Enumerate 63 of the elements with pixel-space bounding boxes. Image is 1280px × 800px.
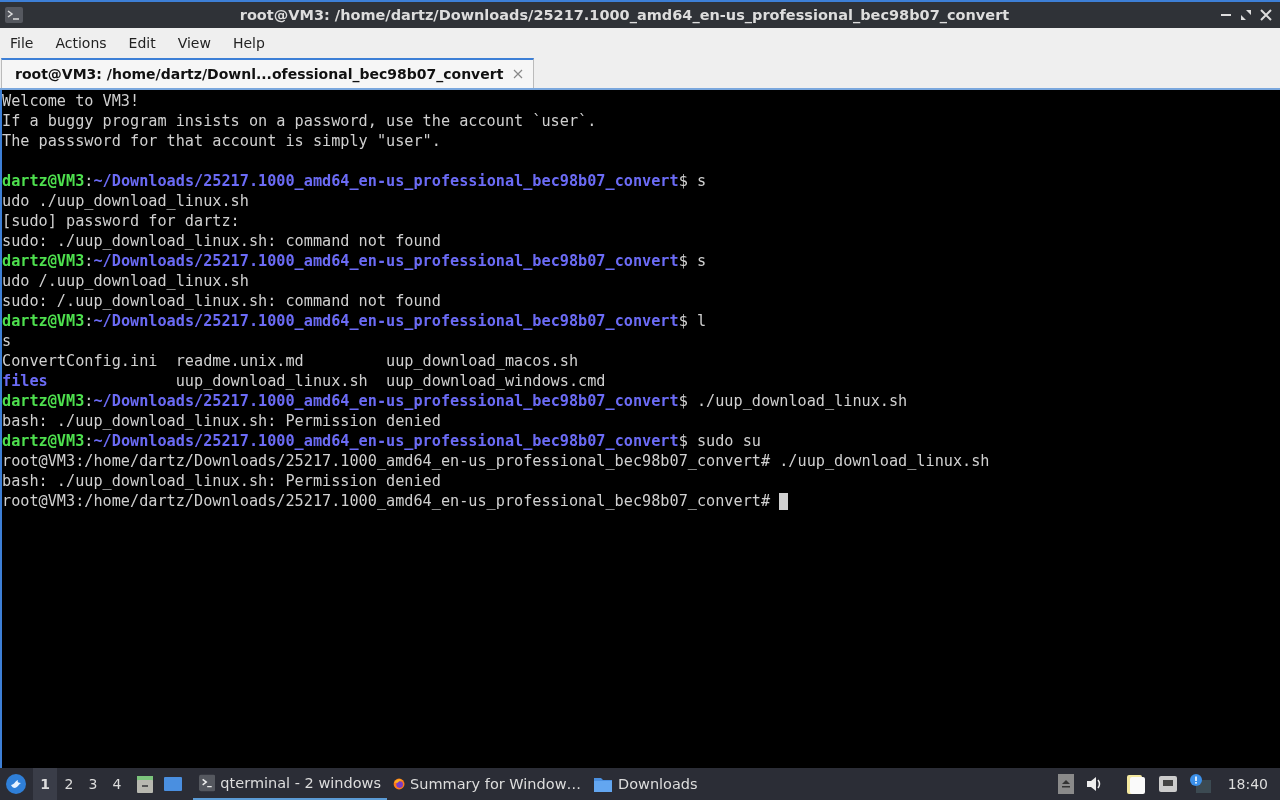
eject-icon[interactable] — [1057, 774, 1074, 794]
terminal-text: uup_download_linux.sh uup_download_windows.cmd — [174, 371, 606, 391]
terminal-text: root@VM3:/home/dartz/Downloads/25217.1000_amd64_en-us_professional_bec98b07_convert# — [2, 491, 772, 511]
prompt-user: dartz@VM3 — [2, 251, 85, 271]
clipboard-icon[interactable] — [1125, 773, 1146, 795]
workspace-button[interactable]: 3 — [81, 768, 105, 800]
prompt-user: dartz@VM3 — [2, 431, 85, 451]
terminal-text: If a buggy program insists on a password, use the account `user`. — [2, 111, 597, 131]
terminal-text: : — [84, 391, 94, 411]
terminal-text: : — [84, 171, 94, 191]
prompt-user: dartz@VM3 — [2, 171, 85, 191]
network-icon[interactable] — [1157, 775, 1178, 793]
terminal-text: sudo: ./uup_download_linux.sh: command not found — [2, 231, 441, 251]
workspace-button[interactable]: 1 — [33, 768, 57, 800]
menu-item[interactable]: View — [169, 34, 219, 51]
prompt-path: files — [2, 371, 48, 391]
taskbar-button[interactable]: qterminal - 2 windows — [193, 768, 387, 800]
notification-icon[interactable] — [1189, 774, 1212, 794]
desktop-icon[interactable] — [163, 775, 183, 793]
terminal-text: bash: ./uup_download_linux.sh: Permission denied — [2, 411, 441, 431]
prompt-path: ~/Downloads/25217.1000_amd64_en-us_professional_bec98b07_convert — [93, 391, 679, 411]
terminal-text: $ ./uup_download_linux.sh — [678, 391, 908, 411]
prompt-path: ~/Downloads/25217.1000_amd64_en-us_professional_bec98b07_convert — [93, 311, 679, 331]
start-menu-icon[interactable] — [6, 774, 26, 794]
menu-item[interactable]: File — [2, 34, 42, 51]
terminal-text: [sudo] password for dartz: — [2, 211, 240, 231]
prompt-path: ~/Downloads/25217.1000_amd64_en-us_professional_bec98b07_convert — [93, 251, 679, 271]
workspace-button[interactable]: 2 — [57, 768, 81, 800]
folder-icon — [593, 775, 613, 793]
menu-item[interactable]: Actions — [47, 34, 115, 51]
prompt-user: dartz@VM3 — [2, 391, 85, 411]
terminal-text: udo ./uup_download_linux.sh — [2, 191, 249, 211]
prompt-path: ~/Downloads/25217.1000_amd64_en-us_professional_bec98b07_convert — [93, 171, 679, 191]
terminal-tab[interactable]: root@VM3: /home/dartz/Downl...ofessional_bec98b07_convert — [1, 58, 535, 88]
workspace-button[interactable]: 4 — [105, 768, 129, 800]
terminal-text: : — [84, 311, 94, 331]
file-cabinet-icon[interactable] — [135, 774, 155, 794]
terminal-text: udo /.uup_download_linux.sh — [2, 271, 249, 291]
prompt-path: ~/Downloads/25217.1000_amd64_en-us_professional_bec98b07_convert — [93, 431, 679, 451]
clock: 18:40 — [1227, 776, 1268, 792]
terminal-text: $ sudo su — [678, 431, 761, 451]
terminal-text: $ s — [678, 171, 707, 191]
menu-item[interactable]: Edit — [120, 34, 164, 51]
terminal-text: : — [84, 251, 94, 271]
taskbar-button[interactable]: Downloads — [587, 768, 787, 800]
prompt-user: dartz@VM3 — [2, 311, 85, 331]
terminal-text: $ s — [678, 251, 707, 271]
terminal-text: The passsword for that account is simply "user". — [2, 131, 441, 151]
terminal-text: sudo: /.uup_download_linux.sh: command not found — [2, 291, 441, 311]
terminal-text: Welcome to VM3! — [2, 91, 140, 111]
terminal-text: bash: ./uup_download_linux.sh: Permission denied — [2, 471, 441, 491]
menu-item[interactable]: Help — [224, 34, 273, 51]
terminal-icon — [5, 7, 23, 23]
taskbar-button[interactable]: Summary for Window… — [387, 768, 587, 800]
terminal-text: ConvertConfig.ini readme.unix.md uup_download_macos.sh — [2, 351, 579, 371]
terminal-icon — [199, 774, 216, 792]
terminal-text: : — [84, 431, 94, 451]
window-title: root@VM3: /home/dartz/Downloads/25217.1000_amd64_en-us_professional_bec98b07_convert — [238, 7, 1011, 23]
terminal-text: s — [2, 331, 12, 351]
terminal-text: $ l — [678, 311, 707, 331]
text-cursor — [779, 493, 789, 510]
maximize-icon[interactable] — [1240, 9, 1252, 21]
terminal-text: root@VM3:/home/dartz/Downloads/25217.1000_amd64_en-us_professional_bec98b07_convert# ./uup_download_linux.sh — [2, 451, 990, 471]
